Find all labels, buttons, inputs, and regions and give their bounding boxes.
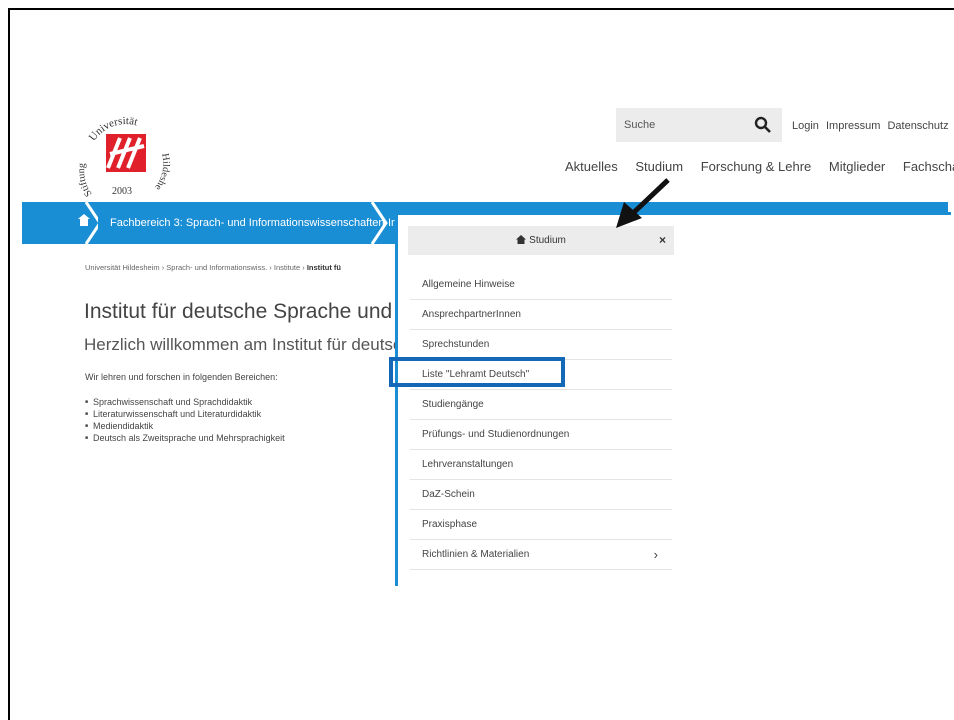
page-title: Institut für deutsche Sprache und L xyxy=(84,300,410,323)
research-areas-list: Sprachwissenschaft und Sprachdidaktik Li… xyxy=(85,396,285,444)
annotation-arrow-icon xyxy=(616,178,670,228)
nav-item-fachschaft[interactable]: Fachschaft xyxy=(903,159,954,174)
main-navigation: Aktuelles Studium Forschung & Lehre Mitg… xyxy=(565,159,954,174)
menu-item-studiengaenge[interactable]: Studiengänge xyxy=(410,390,672,420)
nav-item-aktuelles[interactable]: Aktuelles xyxy=(565,159,618,174)
impressum-link[interactable]: Impressum xyxy=(826,120,880,132)
page-subtitle: Herzlich willkommen am Institut für deut… xyxy=(84,335,411,354)
menu-item-allgemeine-hinweise[interactable]: Allgemeine Hinweise xyxy=(410,270,672,300)
menu-item-label: Richtlinien & Materialien xyxy=(422,549,530,560)
dropdown-title: Studium xyxy=(408,235,674,246)
breadcrumb-current: Institut fü xyxy=(306,263,341,272)
menu-item-pruefungs-studienordnungen[interactable]: Prüfungs- und Studienordnungen xyxy=(410,420,672,450)
highlight-box xyxy=(389,357,565,387)
logo-ring-left: Stiftung xyxy=(76,162,94,198)
home-button[interactable] xyxy=(22,202,98,244)
login-link[interactable]: Login xyxy=(792,120,819,132)
university-logo[interactable]: Universität Stiftung Hildesheim 2003 xyxy=(70,102,178,200)
menu-item-richtlinien-materialien[interactable]: Richtlinien & Materialien › xyxy=(410,540,672,570)
datenschutz-link[interactable]: Datenschutz xyxy=(887,120,948,132)
list-item: Literaturwissenschaft und Literaturdidak… xyxy=(85,408,285,420)
search-box[interactable] xyxy=(616,108,782,142)
breadcrumb: Universität Hildesheim › Sprach- und Inf… xyxy=(85,263,341,272)
close-icon[interactable]: × xyxy=(659,233,666,247)
top-links: Login Impressum Datenschutz xyxy=(792,120,953,132)
home-icon xyxy=(516,235,527,244)
breadcrumb-item[interactable]: Institute xyxy=(274,263,300,272)
nav-item-mitglieder[interactable]: Mitglieder xyxy=(829,159,885,174)
chevron-right-icon: › xyxy=(653,547,658,562)
screenshot-frame: Universität Stiftung Hildesheim 2003 Log… xyxy=(8,8,954,720)
logo-year: 2003 xyxy=(112,186,132,197)
breadcrumb-item[interactable]: Sprach- und Informationswiss. xyxy=(166,263,267,272)
search-input[interactable] xyxy=(624,108,744,142)
breadcrumb-item[interactable]: Universität Hildesheim xyxy=(85,263,160,272)
breadcrumb-separator: › xyxy=(302,263,305,272)
breadcrumb-separator: › xyxy=(269,263,272,272)
bar-separator xyxy=(370,202,388,244)
menu-item-praxisphase[interactable]: Praxisphase xyxy=(410,510,672,540)
list-item: Deutsch als Zweitsprache und Mehrsprachi… xyxy=(85,432,285,444)
nav-item-studium[interactable]: Studium xyxy=(635,159,683,174)
intro-text: Wir lehren und forschen in folgenden Ber… xyxy=(85,372,278,382)
dropdown-menu: Allgemeine Hinweise AnsprechpartnerInnen… xyxy=(410,270,672,570)
search-icon[interactable] xyxy=(754,116,772,134)
logo-seal-icon: Universität Stiftung Hildesheim 2003 xyxy=(70,102,171,199)
menu-item-lehrveranstaltungen[interactable]: Lehrveranstaltungen xyxy=(410,450,672,480)
section-bar-label[interactable]: Fachbereich 3: Sprach- und Informationsw… xyxy=(110,217,385,229)
breadcrumb-separator: › xyxy=(161,263,165,272)
menu-item-ansprechpartnerinnen[interactable]: AnsprechpartnerInnen xyxy=(410,300,672,330)
list-item: Mediendidaktik xyxy=(85,420,285,432)
list-item: Sprachwissenschaft und Sprachdidaktik xyxy=(85,396,285,408)
logo-mark xyxy=(106,134,146,172)
menu-item-daz-schein[interactable]: DaZ-Schein xyxy=(410,480,672,510)
nav-item-forschung-lehre[interactable]: Forschung & Lehre xyxy=(701,159,812,174)
menu-item-sprechstunden[interactable]: Sprechstunden xyxy=(410,330,672,360)
